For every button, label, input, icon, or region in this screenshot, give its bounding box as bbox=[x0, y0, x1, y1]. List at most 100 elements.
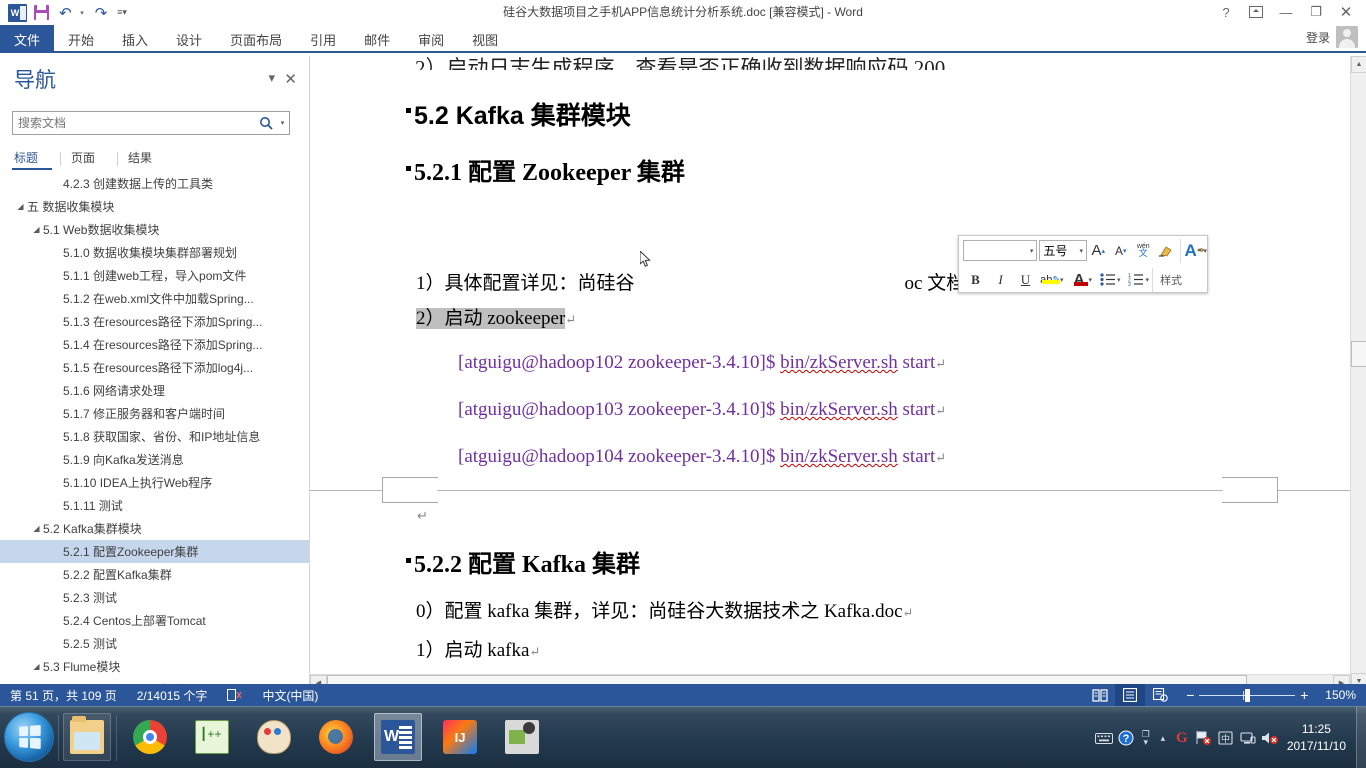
taskbar-notepad-plus-plus[interactable] bbox=[188, 713, 236, 761]
zoom-handle[interactable] bbox=[1245, 688, 1251, 702]
taskbar-paint[interactable] bbox=[250, 713, 298, 761]
help-icon[interactable]: ? bbox=[1212, 1, 1240, 23]
twisty-expanded-icon[interactable]: ◢ bbox=[30, 517, 43, 540]
search-box[interactable]: ▾ bbox=[12, 111, 290, 135]
nav-tree-item[interactable]: 5.1.11 测试 bbox=[0, 494, 309, 517]
nav-tree-item[interactable]: ◢ 5.3 Flume模块 bbox=[0, 655, 309, 678]
font-size-combo[interactable]: 五号 ▾ bbox=[1039, 240, 1087, 261]
zoom-out-button[interactable]: − bbox=[1181, 687, 1199, 703]
nav-tree-item[interactable]: 5.1.6 网络请求处理 bbox=[0, 379, 309, 402]
taskbar-microsoft-word[interactable] bbox=[374, 713, 422, 761]
tab-file[interactable]: 文件 bbox=[0, 25, 55, 53]
tab-mailings[interactable]: 邮件 bbox=[350, 25, 404, 53]
signin-label[interactable]: 登录 bbox=[1306, 29, 1330, 46]
tab-insert[interactable]: 插入 bbox=[108, 25, 162, 53]
clear-formatting-icon[interactable] bbox=[1155, 238, 1178, 263]
close-button[interactable]: ✕ bbox=[1332, 1, 1360, 23]
on-screen-keyboard-icon[interactable] bbox=[1093, 718, 1115, 758]
close-icon[interactable]: ✕ bbox=[284, 70, 297, 88]
zoom-track[interactable] bbox=[1199, 688, 1296, 702]
nav-tree-item[interactable]: ◢ 5.2 Kafka集群模块 bbox=[0, 517, 309, 540]
search-dropdown-icon[interactable]: ▾ bbox=[276, 119, 289, 127]
show-desktop-button[interactable] bbox=[1356, 707, 1366, 768]
twisty-expanded-icon[interactable]: ◢ bbox=[30, 218, 43, 241]
nav-tree-item[interactable]: 5.1.10 IDEA上执行Web程序 bbox=[0, 471, 309, 494]
underline-button[interactable]: U bbox=[1013, 267, 1038, 292]
taskbar-screen-recorder[interactable] bbox=[498, 713, 546, 761]
action-center-flag-icon[interactable] bbox=[1193, 718, 1215, 758]
navigation-heading-tree[interactable]: 4.2.3 创建数据上传的工具类 ◢ 五 数据收集模块 ◢ 5.1 Web数据收集模块 5… bbox=[0, 172, 309, 706]
page-indicator[interactable]: 第 51 页，共 109 页 bbox=[0, 687, 127, 704]
nav-tree-item[interactable]: ◢ 五 数据收集模块 bbox=[0, 195, 309, 218]
minimize-button[interactable]: — bbox=[1272, 1, 1300, 23]
phonetic-guide-icon[interactable]: wén 文 bbox=[1132, 238, 1155, 263]
tab-view[interactable]: 视图 bbox=[458, 25, 512, 53]
document-canvas[interactable]: 2）启动日志生成程序，查看是否正确收到数据响应码 200。 5.2 Kafka … bbox=[310, 56, 1350, 690]
taskbar-clock[interactable]: 11:25 2017/11/10 bbox=[1281, 721, 1356, 755]
nav-tree-item[interactable]: 5.2.4 Centos上部署Tomcat bbox=[0, 609, 309, 632]
styles-button[interactable]: 样式 bbox=[1156, 272, 1186, 288]
chevron-down-icon[interactable]: ▾ bbox=[1079, 247, 1083, 255]
nav-tree-item[interactable]: 4.2.3 创建数据上传的工具类 bbox=[0, 172, 309, 195]
nav-tab-results[interactable]: 结果 bbox=[126, 147, 166, 170]
font-name-combo[interactable]: ▾ bbox=[963, 240, 1038, 261]
twisty-expanded-icon[interactable]: ◢ bbox=[14, 195, 27, 218]
input-method-icon[interactable]: 中 bbox=[1215, 718, 1237, 758]
tab-design[interactable]: 设计 bbox=[162, 25, 216, 53]
language-indicator[interactable]: 中文(中国) bbox=[252, 687, 328, 704]
scroll-up-button[interactable]: ▲ bbox=[1351, 56, 1366, 73]
vertical-scroll-thumb[interactable] bbox=[1351, 341, 1366, 367]
zoom-level[interactable]: 150% bbox=[1319, 688, 1366, 702]
help-icon[interactable]: ? bbox=[1115, 718, 1137, 758]
taskbar-intellij-idea[interactable] bbox=[436, 713, 484, 761]
grow-font-icon[interactable]: A ▴ bbox=[1087, 238, 1110, 263]
avatar[interactable] bbox=[1336, 26, 1358, 48]
search-input[interactable] bbox=[13, 116, 256, 130]
nav-tree-item[interactable]: 5.2.1 配置Zookeeper集群 bbox=[0, 540, 309, 563]
tab-home[interactable]: 开始 bbox=[54, 25, 108, 53]
signin-area[interactable]: 登录 bbox=[1306, 26, 1358, 48]
word-count[interactable]: 2/14015 个字 bbox=[127, 687, 218, 704]
tab-review[interactable]: 审阅 bbox=[404, 25, 458, 53]
selected-text[interactable]: 2）启动 zookeeper bbox=[416, 308, 566, 329]
nav-tree-item[interactable]: 5.1.2 在web.xml文件中加载Spring... bbox=[0, 287, 309, 310]
nav-tree-item[interactable]: 5.1.0 数据收集模块集群部署规划 bbox=[0, 241, 309, 264]
font-color-button[interactable]: A bbox=[1067, 267, 1092, 292]
nav-tree-item[interactable]: 5.1.8 获取国家、省份、和IP地址信息 bbox=[0, 425, 309, 448]
paragraph-2-zk[interactable]: 2）启动 zookeeper↵ bbox=[416, 303, 576, 330]
taskbar-google-chrome[interactable] bbox=[126, 713, 174, 761]
taskbar-firefox[interactable] bbox=[312, 713, 360, 761]
network-icon[interactable] bbox=[1237, 718, 1259, 758]
web-layout-button[interactable] bbox=[1145, 684, 1175, 706]
format-painter-icon[interactable]: A ✒ bbox=[1184, 238, 1207, 263]
nav-tree-item[interactable]: 5.1.3 在resources路径下添加Spring... bbox=[0, 310, 309, 333]
search-icon[interactable] bbox=[256, 116, 276, 130]
tab-page-layout[interactable]: 页面布局 bbox=[216, 25, 296, 53]
nav-tree-item[interactable]: 5.1.5 在resources路径下添加log4j... bbox=[0, 356, 309, 379]
read-mode-button[interactable] bbox=[1085, 684, 1115, 706]
restore-button[interactable]: ❐ bbox=[1302, 1, 1330, 23]
bullets-button[interactable] bbox=[1095, 267, 1120, 292]
nav-tree-item[interactable]: 5.1.4 在resources路径下添加Spring... bbox=[0, 333, 309, 356]
mini-formatting-toolbar[interactable]: ▾ 五号 ▾ A ▴ A ▾ wén 文 A ✒ ▾ B I U ▾ A ▾ ▾… bbox=[958, 235, 1208, 293]
nav-tree-item[interactable]: 5.2.5 测试 bbox=[0, 632, 309, 655]
proofing-errors-icon[interactable] bbox=[217, 688, 252, 702]
chevron-down-icon[interactable]: ▾ bbox=[268, 70, 275, 86]
italic-button[interactable]: I bbox=[988, 267, 1013, 292]
vertical-scrollbar[interactable]: ▲ ▼ bbox=[1350, 56, 1366, 690]
text-highlight-color-button[interactable]: ab✎ bbox=[1038, 267, 1063, 292]
nav-tree-item[interactable]: 5.1.9 向Kafka发送消息 bbox=[0, 448, 309, 471]
zoom-slider[interactable]: − + bbox=[1175, 687, 1319, 703]
volume-muted-icon[interactable] bbox=[1259, 718, 1281, 758]
start-button[interactable] bbox=[4, 712, 54, 762]
nav-tree-item[interactable]: 5.1.7 修正服务器和客户端时间 bbox=[0, 402, 309, 425]
show-hidden-icons-icon[interactable]: ❐ ▾ bbox=[1137, 718, 1155, 758]
chevron-down-icon[interactable]: ▾ bbox=[1030, 247, 1034, 255]
ribbon-display-options-icon[interactable] bbox=[1242, 1, 1270, 23]
twisty-expanded-icon[interactable]: ◢ bbox=[30, 655, 43, 678]
taskbar-file-explorer[interactable] bbox=[63, 713, 111, 761]
nav-tree-item[interactable]: 5.2.3 测试 bbox=[0, 586, 309, 609]
shrink-font-icon[interactable]: A ▾ bbox=[1110, 238, 1133, 263]
nav-tab-pages[interactable]: 页面 bbox=[69, 147, 109, 170]
tab-references[interactable]: 引用 bbox=[296, 25, 350, 53]
